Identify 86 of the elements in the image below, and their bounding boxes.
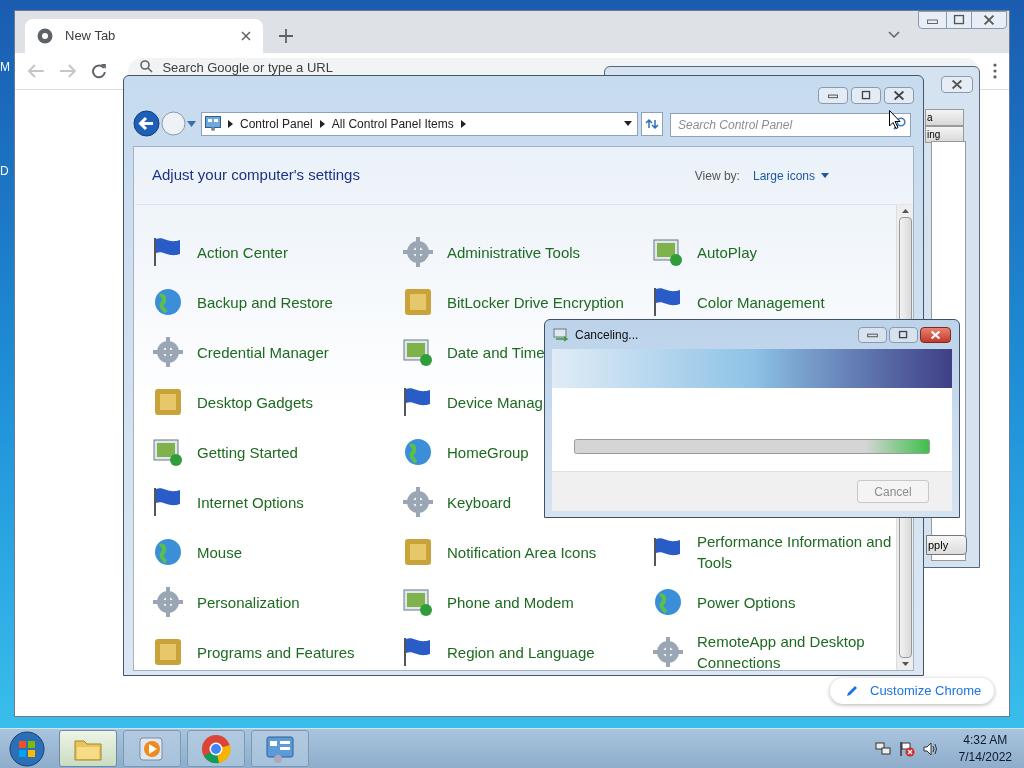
view-by-label: View by: [694,167,740,185]
taskbar-button[interactable] [123,730,181,767]
clock-time[interactable]: 4:32 AM [963,731,1008,749]
control-panel-item[interactable]: Mouse [197,541,392,563]
clock-date[interactable]: 7/14/2022 [958,748,1012,766]
control-panel-item[interactable]: Getting Started [197,441,392,463]
chrome-logo-icon [37,28,53,44]
control-panel-item[interactable]: Backup and Restore [197,291,392,313]
apply-button[interactable]: pply [926,535,967,555]
taskbar-button[interactable] [251,730,309,767]
maximize-icon[interactable] [889,326,918,343]
chrome-logo-icon [200,732,232,765]
start-orb-icon[interactable] [9,730,45,767]
pencil-icon [846,685,858,697]
scroll-down-icon[interactable] [901,662,909,666]
dialog-tab[interactable]: a [925,109,964,126]
chevron-right-icon[interactable] [319,119,325,128]
control-panel-item[interactable]: RemoteApp and Desktop Connections [697,631,892,670]
control-panel-item[interactable]: BitLocker Drive Encryption [447,291,642,313]
maximize-icon[interactable] [946,12,972,28]
menu-dots-icon[interactable] [993,63,997,79]
minimize-icon[interactable] [858,326,887,343]
monitor-icon[interactable] [652,236,684,268]
control-panel-icon [205,116,221,131]
new-tab-icon[interactable] [279,29,293,43]
globe-icon[interactable] [652,586,684,618]
refresh-arrows-icon [645,117,659,130]
globe-icon[interactable] [152,536,184,568]
control-panel-item[interactable]: Color Management [697,291,892,313]
dropdown-arrow-icon[interactable] [624,121,632,126]
control-panel-item[interactable]: Personalization [197,591,392,613]
control-panel-item[interactable]: AutoPlay [697,241,892,263]
control-panel-item[interactable]: Phone and Modem [447,591,642,613]
tile-icon[interactable] [152,636,184,668]
dialog-tab[interactable]: ing [925,126,964,143]
dropdown-arrow-icon [821,173,829,178]
tab-title: New Tab [65,27,117,46]
browser-tab[interactable]: New Tab [25,19,263,53]
monitor-icon[interactable] [152,436,184,468]
control-panel-item[interactable]: Credential Manager [197,341,392,363]
control-panel-item[interactable]: Power Options [697,591,892,613]
control-panel-item[interactable]: Desktop Gadgets [197,391,392,413]
view-by-dropdown[interactable]: Large icons [752,166,829,185]
globe-icon[interactable] [152,286,184,318]
monitor-icon[interactable] [402,336,434,368]
monitor-icon[interactable] [402,586,434,618]
control-panel-item[interactable]: Administrative Tools [447,241,642,263]
network-icon[interactable] [874,740,891,757]
control-panel-item[interactable]: Region and Language [447,641,642,663]
dialog-title: Canceling... [575,326,640,344]
speaker-icon[interactable] [922,740,939,757]
page-heading: Adjust your computer's settings [152,165,360,186]
back-button-icon[interactable] [133,110,160,137]
tile-icon[interactable] [152,386,184,418]
breadcrumb[interactable]: All Control Panel Items [331,114,454,133]
refresh-button[interactable] [641,111,663,136]
tile-icon[interactable] [402,286,434,318]
desktop-icon-label[interactable]: M [0,58,10,76]
control-panel-item[interactable]: Action Center [197,241,392,263]
control-panel-item[interactable]: Programs and Features [197,641,392,663]
control-panel-item[interactable]: Internet Options [197,491,392,513]
customize-chrome-button[interactable]: Customize Chrome [830,678,994,704]
desktop-icon-label[interactable]: D [0,162,9,180]
chevron-right-icon[interactable] [460,119,466,128]
search-field[interactable]: Search Control Panel [670,112,911,137]
breadcrumb[interactable]: Control Panel [240,114,313,133]
taskbar-button[interactable] [59,730,117,767]
reload-icon[interactable] [90,63,107,79]
close-icon[interactable] [941,76,973,93]
flag-error-icon[interactable] [898,740,915,757]
control-panel-item[interactable]: Notification Area Icons [447,541,642,563]
globe-icon[interactable] [402,436,434,468]
close-icon[interactable] [920,326,951,343]
minimize-icon[interactable] [818,87,848,104]
cursor-icon [889,110,901,129]
chevron-right-icon[interactable] [228,119,233,128]
control-panel-item[interactable]: Performance Information and Tools [697,531,892,573]
maximize-icon[interactable] [851,87,881,104]
tile-icon[interactable] [402,536,434,568]
close-icon[interactable] [884,87,914,104]
address-bar[interactable]: Control Panel All Control Panel Items [201,111,638,136]
chevron-down-icon[interactable] [888,31,900,39]
close-icon[interactable] [241,31,251,41]
transfer-icon [553,327,569,342]
scroll-up-icon[interactable] [901,209,909,213]
taskbar-button[interactable] [187,730,245,767]
